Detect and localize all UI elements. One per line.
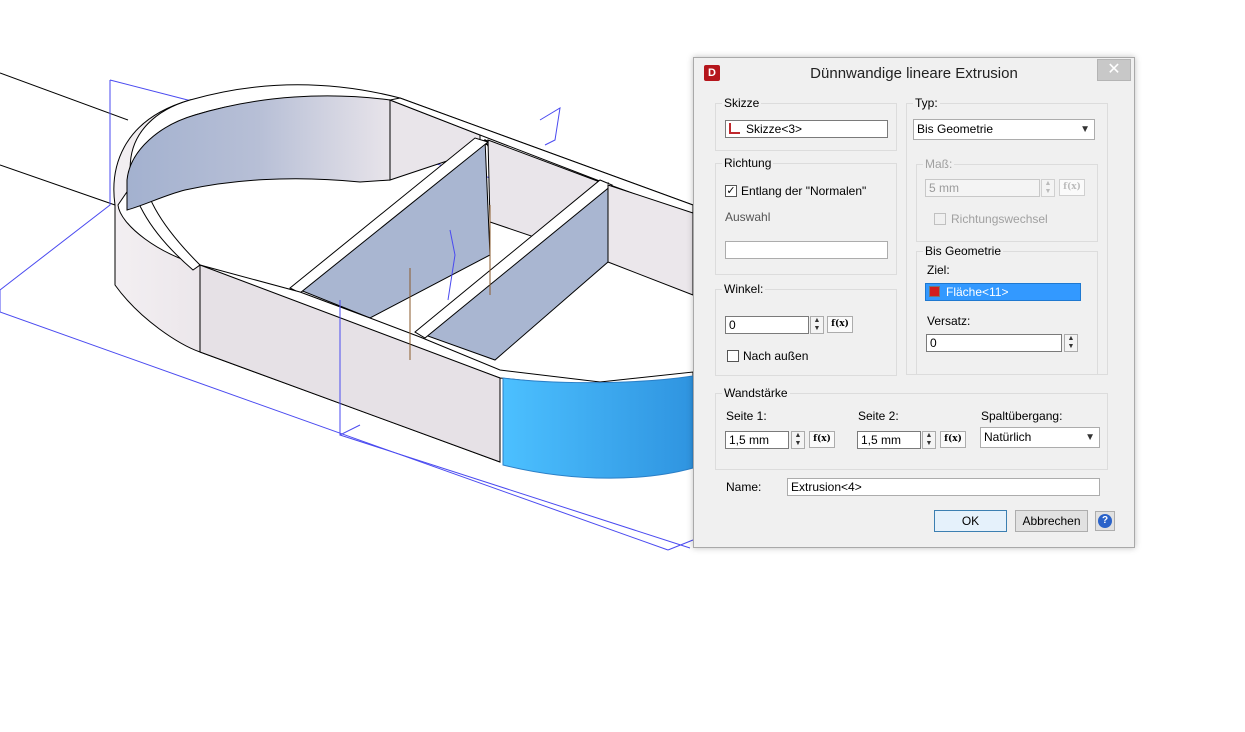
skizze-value: Skizze<3> — [746, 122, 803, 136]
ok-button[interactable]: OK — [934, 510, 1007, 532]
ziel-field[interactable]: Fläche<11> — [925, 283, 1081, 301]
typ-label: Typ: — [913, 96, 940, 110]
chevron-down-icon: ▼ — [1085, 432, 1095, 443]
help-button[interactable]: ? — [1095, 511, 1115, 531]
nach-aussen-label: Nach außen — [743, 349, 809, 363]
spaltuebergang-value: Natürlich — [984, 430, 1032, 444]
versatz-input[interactable]: 0 — [926, 334, 1062, 352]
dialog-title: Dünnwandige lineare Extrusion — [810, 65, 1018, 82]
seite1-fx-button[interactable]: f(x) — [809, 431, 835, 448]
wandstaerke-label: Wandstärke — [722, 386, 790, 400]
bis-geometrie-label: Bis Geometrie — [923, 244, 1004, 258]
typ-select[interactable]: Bis Geometrie ▼ — [913, 119, 1095, 140]
seite2-fx-button[interactable]: f(x) — [940, 431, 966, 448]
richtung-label: Richtung — [722, 156, 774, 170]
seite2-input[interactable]: 1,5 mm — [857, 431, 921, 449]
mass-input: 5 mm — [925, 179, 1040, 197]
spaltuebergang-select[interactable]: Natürlich ▼ — [980, 427, 1100, 448]
versatz-spinner[interactable]: ▲ ▼ — [1064, 334, 1078, 352]
mass-fx-button: f(x) — [1059, 179, 1085, 196]
auswahl-label: Auswahl — [725, 210, 771, 224]
help-icon: ? — [1098, 514, 1112, 528]
extruded-part[interactable] — [113, 84, 694, 479]
winkel-input[interactable]: 0 — [725, 316, 809, 334]
seite2-label: Seite 2: — [858, 409, 899, 423]
cancel-button[interactable]: Abbrechen — [1015, 510, 1088, 532]
chevron-down-icon: ▼ — [1080, 124, 1090, 135]
winkel-label: Winkel: — [722, 282, 766, 296]
seite1-spinner[interactable]: ▲ ▼ — [791, 431, 805, 449]
seite1-label: Seite 1: — [726, 409, 767, 423]
normalen-label: Entlang der "Normalen" — [741, 184, 867, 198]
auswahl-field[interactable] — [725, 241, 888, 259]
seite1-input[interactable]: 1,5 mm — [725, 431, 789, 449]
dialog-titlebar[interactable]: D Dünnwandige lineare Extrusion ✕ — [694, 58, 1134, 88]
name-label: Name: — [726, 480, 762, 494]
ziel-value: Fläche<11> — [946, 285, 1009, 299]
ziel-label: Ziel: — [927, 263, 950, 277]
name-input[interactable]: Extrusion<4> — [787, 478, 1100, 496]
richtungswechsel-label: Richtungswechsel — [951, 212, 1048, 226]
normalen-checkbox[interactable]: ✓ — [725, 185, 737, 197]
extrusion-dialog: D Dünnwandige lineare Extrusion ✕ Skizze… — [693, 57, 1135, 548]
winkel-fx-button[interactable]: f(x) — [827, 316, 853, 333]
group-mass: Maß: — [916, 157, 1098, 242]
versatz-label: Versatz: — [927, 314, 971, 328]
skizze-field[interactable]: Skizze<3> — [725, 120, 888, 138]
mass-label: Maß: — [923, 157, 955, 171]
mass-spinner: ▲ ▼ — [1041, 179, 1055, 197]
skizze-label: Skizze — [722, 96, 762, 110]
close-icon: ✕ — [1107, 61, 1121, 78]
nach-aussen-checkbox[interactable] — [727, 350, 739, 362]
sketch-icon — [729, 123, 740, 134]
close-button[interactable]: ✕ — [1097, 59, 1131, 81]
sketch-lines — [0, 72, 129, 206]
seite2-spinner[interactable]: ▲ ▼ — [922, 431, 936, 449]
spaltuebergang-label: Spaltübergang: — [981, 409, 1063, 423]
face-icon — [929, 286, 940, 297]
typ-selected-value: Bis Geometrie — [917, 122, 994, 136]
winkel-spinner[interactable]: ▲ ▼ — [810, 316, 824, 334]
richtungswechsel-checkbox — [934, 213, 946, 225]
